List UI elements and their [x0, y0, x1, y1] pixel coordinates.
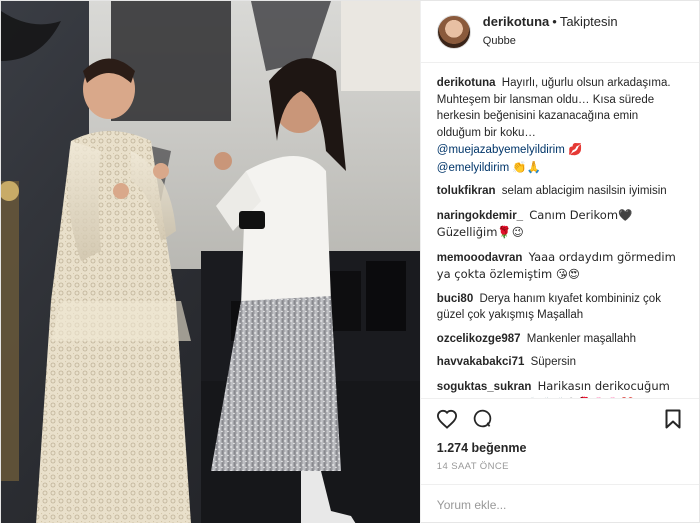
- comment-item: ozcelikozge987 Mankenler maşallahh: [437, 331, 685, 348]
- add-comment-bar: [420, 484, 699, 523]
- caption-username[interactable]: derikotuna: [437, 77, 496, 89]
- comment-username[interactable]: buci80: [437, 293, 473, 305]
- comments-list[interactable]: derikotuna Hayırlı, uğurlu olsun arkadaş…: [421, 63, 699, 398]
- post-photo-image: [1, 1, 420, 523]
- comment-username[interactable]: soguktas_sukran: [437, 381, 532, 393]
- caption: derikotuna Hayırlı, uğurlu olsun arkadaş…: [437, 75, 685, 176]
- post-photo[interactable]: [1, 1, 420, 523]
- caption-emoji: 👏🙏: [512, 159, 542, 174]
- comment-icon: [474, 409, 492, 428]
- heart-icon: [436, 409, 457, 429]
- comment-text: Süpersin: [530, 356, 576, 368]
- header-top-line: derikotuna • Takiptesin: [483, 14, 618, 30]
- comment-item: havvakabakci71 Süpersin: [437, 354, 685, 371]
- like-button[interactable]: [433, 405, 461, 433]
- action-bar: [420, 398, 699, 438]
- save-button[interactable]: [659, 405, 687, 433]
- separator-dot: •: [552, 14, 557, 29]
- mention-link[interactable]: @muejazabyemelyildirim: [437, 144, 565, 156]
- comment-input[interactable]: [436, 497, 683, 512]
- comment-item: naringokdemir_ Canım Derikom🖤 Güzelliğim…: [437, 207, 685, 242]
- post-timestamp: 14 SAAT ÖNCE: [436, 461, 509, 472]
- location-link[interactable]: Qubbe: [483, 33, 618, 49]
- comment-button[interactable]: [469, 405, 497, 433]
- comment-item: memooodavran Yaaa ordaydım görmedim ya ç…: [437, 249, 685, 284]
- comment-text: selam ablacigim nasilsin iyimisin: [501, 185, 667, 197]
- comment-username[interactable]: havvakabakci71: [437, 356, 525, 368]
- avatar[interactable]: [436, 14, 471, 49]
- bookmark-icon: [665, 409, 681, 428]
- comment-item: soguktas_sukran Harikasın derikocuğum Ma…: [437, 378, 685, 399]
- mention-link[interactable]: @emelyildirim: [437, 162, 509, 174]
- comment-username[interactable]: ozcelikozge987: [437, 333, 521, 345]
- post-header: derikotuna • Takiptesin Qubbe: [420, 1, 699, 63]
- post-side-panel: derikotuna • Takiptesin Qubbe derikotuna H…: [419, 1, 699, 523]
- comment-username[interactable]: tolukfikran: [437, 185, 496, 197]
- instagram-post: derikotuna • Takiptesin Qubbe derikotuna H…: [0, 0, 700, 523]
- likes-count[interactable]: 1.274 beğenme: [421, 438, 699, 458]
- comment-item: tolukfikran selam ablacigim nasilsin iyi…: [437, 183, 685, 200]
- comment-item: buci80 Derya hanım kıyafet kombininiz ço…: [437, 291, 685, 324]
- follow-status-button[interactable]: Takiptesin: [560, 14, 618, 29]
- comment-username[interactable]: naringokdemir_: [437, 210, 523, 222]
- header-text: derikotuna • Takiptesin Qubbe: [483, 14, 618, 49]
- comment-text: Mankenler maşallahh: [526, 332, 637, 345]
- comment-username[interactable]: memooodavran: [437, 252, 523, 264]
- caption-emoji: 💋: [568, 142, 583, 156]
- username-link[interactable]: derikotuna: [483, 14, 549, 29]
